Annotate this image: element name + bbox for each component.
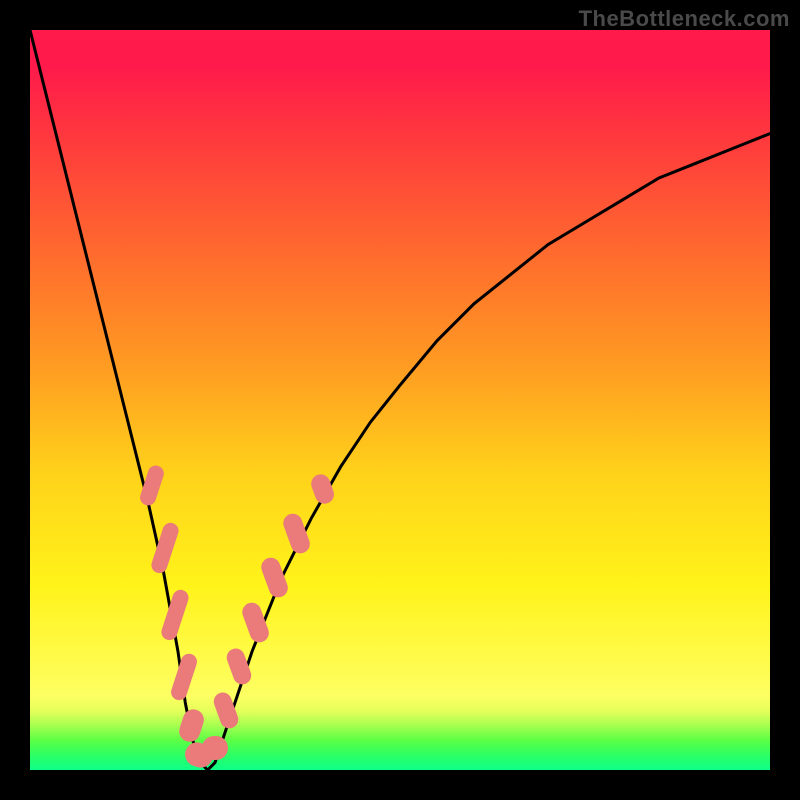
watermark-text: TheBottleneck.com <box>579 6 790 32</box>
chart-frame: TheBottleneck.com <box>0 0 800 800</box>
plot-area <box>30 30 770 770</box>
curve-layer <box>30 30 770 770</box>
data-marker <box>202 736 229 760</box>
bottleneck-curve <box>30 30 770 770</box>
